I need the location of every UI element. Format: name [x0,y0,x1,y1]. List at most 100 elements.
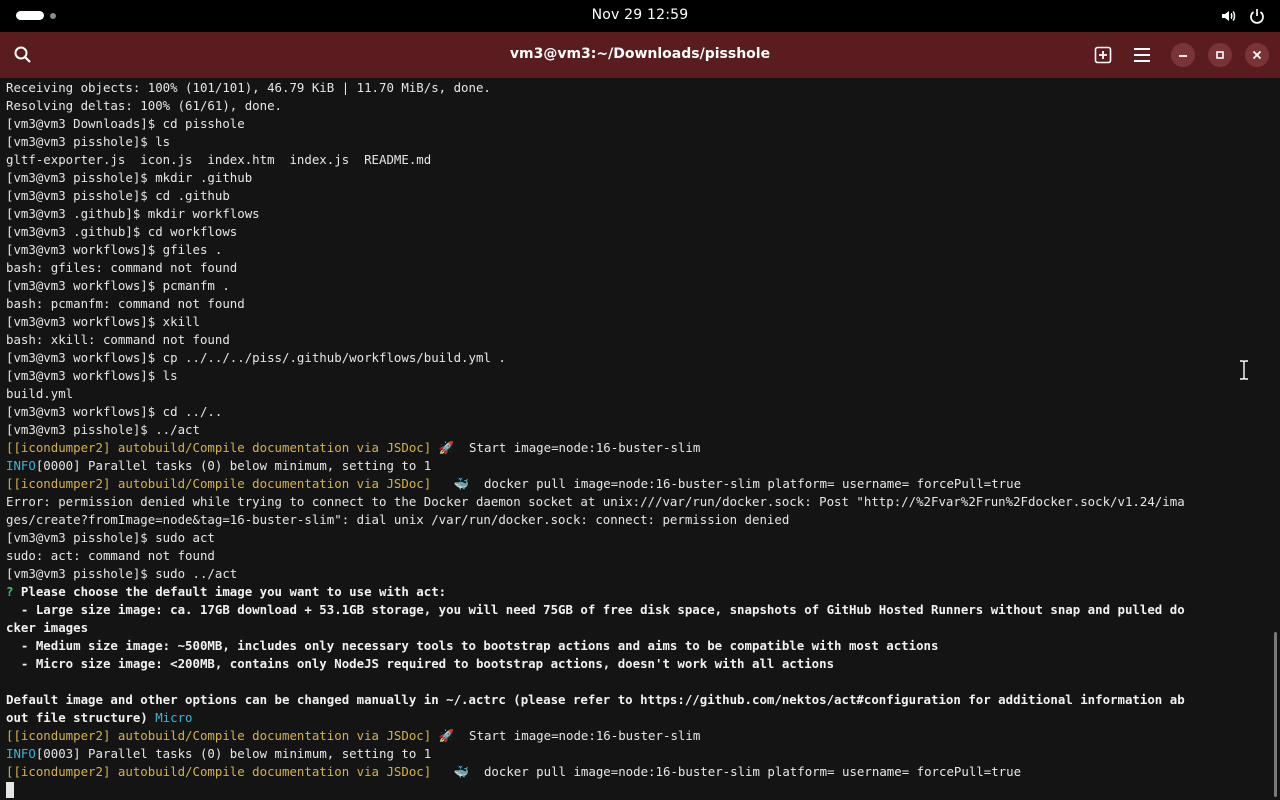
terminal-text-segment: - Large size image: ca. 17GB download + … [6,602,1185,617]
power-icon[interactable] [1248,7,1266,25]
terminal-line: [vm3@vm3 workflows]$ xkill [6,313,1272,331]
close-icon[interactable] [1245,43,1269,67]
terminal-text-segment: 🚀 Start image=node:16-buster-slim [431,440,701,455]
terminal-line: [vm3@vm3 pisshole]$ cd .github [6,187,1272,205]
terminal-text-segment: [0000] Parallel tasks (0) below minimum,… [35,458,432,473]
terminal-line: [vm3@vm3 .github]$ cd workflows [6,223,1272,241]
terminal-text-segment: sudo: act: command not found [6,548,215,563]
terminal-line: [vm3@vm3 workflows]$ cd ../.. [6,403,1272,421]
terminal-line: [vm3@vm3 pisshole]$ sudo ../act [6,565,1272,583]
terminal-line: [vm3@vm3 Downloads]$ cd pisshole [6,115,1272,133]
terminal-text-segment: [vm3@vm3 pisshole]$ mkdir .github [6,170,253,185]
terminal-text-segment: [vm3@vm3 workflows]$ cp ../../../piss/.g… [6,350,506,365]
terminal-text-segment: [vm3@vm3 pisshole]$ ../act [6,422,200,437]
terminal-text-segment: [[icondumper2] autobuild/Compile documen… [6,728,432,743]
terminal-line: [vm3@vm3 workflows]$ cp ../../../piss/.g… [6,349,1272,367]
maximize-icon[interactable] [1208,43,1232,67]
terminal-text-segment: ges/create?fromImage=node&tag=16-buster-… [6,512,790,527]
terminal-text-segment: gltf-exporter.js icon.js index.htm index… [6,152,432,167]
terminal-text-segment: [[icondumper2] autobuild/Compile documen… [6,764,432,779]
terminal-text-segment: [vm3@vm3 pisshole]$ sudo ../act [6,566,238,581]
hamburger-menu-icon[interactable] [1131,44,1153,66]
terminal-text-segment: INFO [6,746,36,761]
terminal-text-segment: bash: xkill: command not found [6,332,230,347]
terminal-line: [vm3@vm3 .github]$ mkdir workflows [6,205,1272,223]
terminal-text-segment: 🐳 docker pull image=node:16-buster-slim … [431,764,1022,779]
terminal-line: bash: xkill: command not found [6,331,1272,349]
terminal-text-segment: out file structure) [6,710,148,725]
terminal-line: out file structure) Micro [6,709,1272,727]
terminal-line: ? Please choose the default image you wa… [6,583,1272,601]
terminal-line: build.yml [6,385,1272,403]
terminal-line: [[icondumper2] autobuild/Compile documen… [6,727,1272,745]
terminal-line: bash: pcmanfm: command not found [6,295,1272,313]
terminal-text-segment: [vm3@vm3 pisshole]$ ls [6,134,171,149]
minimize-icon[interactable] [1171,43,1195,67]
terminal-line: cker images [6,619,1272,637]
terminal-text-segment: [0003] Parallel tasks (0) below minimum,… [35,746,432,761]
terminal-text-segment: - Micro size image: <200MB, contains onl… [6,656,835,671]
terminal-text-segment: Resolving deltas: 100% (61/61), done. [6,98,283,113]
terminal-text-segment: 🚀 Start image=node:16-buster-slim [431,728,701,743]
terminal-line: Default image and other options can be c… [6,691,1272,709]
terminal-line: [vm3@vm3 pisshole]$ sudo act [6,529,1272,547]
system-tray[interactable] [1220,6,1266,26]
terminal-cursor [6,782,14,798]
terminal-line: sudo: act: command not found [6,547,1272,565]
terminal-text-segment: bash: pcmanfm: command not found [6,296,245,311]
terminal-line: [vm3@vm3 workflows]$ gfiles . [6,241,1272,259]
terminal-text-segment: [vm3@vm3 workflows]$ gfiles . [6,242,223,257]
terminal-text-segment: [vm3@vm3 workflows]$ cd ../.. [6,404,223,419]
terminal-line: [[icondumper2] autobuild/Compile documen… [6,475,1272,493]
terminal-title-bar[interactable]: vm3@vm3:~/Downloads/pisshole [0,32,1280,78]
terminal-text-segment: Receiving objects: 100% (101/101), 46.79… [6,80,491,95]
terminal-output[interactable]: Receiving objects: 100% (101/101), 46.79… [6,79,1272,800]
terminal-text-segment: INFO [6,458,36,473]
terminal-line: INFO[0000] Parallel tasks (0) below mini… [6,457,1272,475]
terminal-line: Receiving objects: 100% (101/101), 46.79… [6,79,1272,97]
terminal-scrollbar[interactable] [1274,632,1277,797]
terminal-text-segment: Please choose the default image you want… [13,584,447,599]
terminal-line: [vm3@vm3 pisshole]$ ../act [6,421,1272,439]
terminal-text-segment: - Medium size image: ~500MB, includes on… [6,638,939,653]
system-top-bar: Nov 29 12:59 [0,0,1280,32]
terminal-text-segment: [[icondumper2] autobuild/Compile documen… [6,476,432,491]
terminal-line: [[icondumper2] autobuild/Compile documen… [6,439,1272,457]
terminal-text-segment: [vm3@vm3 workflows]$ xkill [6,314,200,329]
terminal-line: [vm3@vm3 workflows]$ ls [6,367,1272,385]
terminal-text-segment: [vm3@vm3 pisshole]$ cd .github [6,188,230,203]
terminal-line: Error: permission denied while trying to… [6,493,1272,511]
terminal-line: - Micro size image: <200MB, contains onl… [6,655,1272,673]
terminal-line: [vm3@vm3 pisshole]$ mkdir .github [6,169,1272,187]
terminal-text-segment: 🐳 docker pull image=node:16-buster-slim … [431,476,1022,491]
terminal-line: bash: gfiles: command not found [6,259,1272,277]
new-tab-icon[interactable] [1092,44,1114,66]
text-cursor-ibeam-icon [1238,360,1250,384]
terminal-line: ges/create?fromImage=node&tag=16-buster-… [6,511,1272,529]
terminal-text-segment: Error: permission denied while trying to… [6,494,1185,509]
terminal-text-segment: Micro [147,710,193,725]
volume-icon[interactable] [1220,7,1238,25]
terminal-text-segment: cker images [6,620,89,635]
terminal-text-segment: Default image and other options can be c… [6,692,1185,707]
terminal-line: [vm3@vm3 pisshole]$ ls [6,133,1272,151]
clock[interactable]: Nov 29 12:59 [0,7,1280,23]
terminal-text-segment: [vm3@vm3 .github]$ mkdir workflows [6,206,260,221]
terminal-text-segment: build.yml [6,386,74,401]
terminal-text-segment: [vm3@vm3 workflows]$ ls [6,368,178,383]
terminal-text-segment: [vm3@vm3 .github]$ cd workflows [6,224,238,239]
window-title: vm3@vm3:~/Downloads/pisshole [509,46,771,62]
terminal-text-segment: [vm3@vm3 Downloads]$ cd pisshole [6,116,245,131]
terminal-line: [vm3@vm3 workflows]$ pcmanfm . [6,277,1272,295]
terminal-line: - Large size image: ca. 17GB download + … [6,601,1272,619]
terminal-text-segment: [vm3@vm3 workflows]$ pcmanfm . [6,278,230,293]
terminal-text-segment: [[icondumper2] autobuild/Compile documen… [6,440,432,455]
terminal-line: gltf-exporter.js icon.js index.htm index… [6,151,1272,169]
terminal-line: [[icondumper2] autobuild/Compile documen… [6,763,1272,781]
terminal-text-segment: [vm3@vm3 pisshole]$ sudo act [6,530,215,545]
terminal-text-segment: bash: gfiles: command not found [6,260,238,275]
terminal-line: - Medium size image: ~500MB, includes on… [6,637,1272,655]
terminal-line: Resolving deltas: 100% (61/61), done. [6,97,1272,115]
terminal-line: INFO[0003] Parallel tasks (0) below mini… [6,745,1272,763]
